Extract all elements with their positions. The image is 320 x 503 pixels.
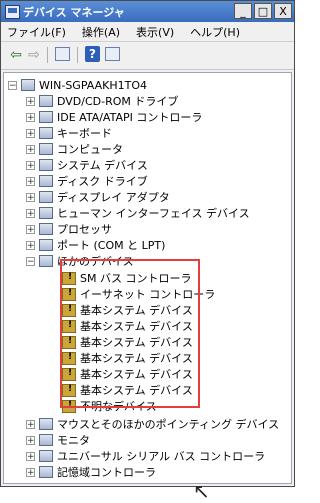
menu-help[interactable]: ヘルプ(H) (190, 24, 240, 40)
tree-item-label: プロセッサ (57, 223, 112, 236)
tree-item-label: マウスとそのほかのポインティング デバイス (57, 418, 280, 431)
tree-item-label: ポート (COM と LPT) (57, 239, 166, 252)
toolbar-separator (47, 47, 48, 63)
expand-icon[interactable]: + (26, 176, 35, 186)
tree-item[interactable]: + ポート (COM と LPT) (26, 237, 165, 253)
collapse-icon[interactable]: − (8, 80, 17, 90)
computer-icon (21, 79, 35, 91)
caption-buttons: _ □ X (234, 3, 292, 19)
usb-icon (39, 450, 53, 462)
device-manager-icon (5, 5, 20, 19)
help-icon[interactable]: ? (85, 46, 100, 62)
tree-item[interactable]: + システム デバイス (26, 157, 148, 173)
unknown-device-icon (39, 255, 53, 267)
tree-item-label: 記憶域コントローラ (57, 466, 156, 479)
tree-item-label: キーボード (57, 127, 112, 140)
expand-icon[interactable]: + (26, 435, 35, 445)
display-adapter-icon (39, 191, 53, 203)
tree-item[interactable]: + IDE ATA/ATAPI コントローラ (26, 109, 202, 125)
tree-item-label: IDE ATA/ATAPI コントローラ (57, 111, 203, 124)
show-hide-console-tree-icon[interactable] (55, 47, 70, 61)
tree-item-label: システム デバイス (57, 159, 148, 172)
toolbar-separator (77, 47, 78, 63)
monitor-icon (39, 434, 53, 446)
tree-item-label: ヒューマン インターフェイス デバイス (57, 207, 250, 220)
title-bar[interactable]: デバイス マネージャ _ □ X (1, 1, 294, 22)
tree-item[interactable]: + ディスプレイ アダプタ (26, 189, 170, 205)
tree-item[interactable]: + マウスとそのほかのポインティング デバイス (26, 416, 279, 432)
tree-item-label: DVD/CD-ROM ドライブ (57, 95, 179, 108)
tree-item[interactable]: + ディスク ドライブ (26, 173, 148, 189)
menu-action[interactable]: 操作(A) (82, 24, 120, 40)
collapse-icon[interactable]: − (26, 256, 35, 266)
tree-item[interactable]: + ヒューマン インターフェイス デバイス (26, 205, 250, 221)
menu-bar: ファイル(F) 操作(A) 表示(V) ヘルプ(H) (1, 22, 294, 42)
tree-root-label: WIN-SGPAAKH1TO4 (39, 78, 147, 92)
device-manager-window: デバイス マネージャ _ □ X ファイル(F) 操作(A) 表示(V) ヘルプ… (0, 0, 295, 503)
tree-item[interactable]: + プロセッサ (26, 221, 112, 237)
tree-item-label: ディスク ドライブ (57, 175, 148, 188)
close-button[interactable]: X (274, 3, 292, 19)
expand-icon[interactable]: + (26, 160, 35, 170)
back-arrow-icon[interactable]: ⇦ (7, 46, 25, 64)
expand-icon[interactable]: + (26, 192, 35, 202)
minimize-button[interactable]: _ (234, 3, 252, 19)
highlight-box (60, 259, 200, 408)
tree-root[interactable]: − WIN-SGPAAKH1TO4 (8, 77, 147, 93)
ide-controller-icon (39, 111, 53, 123)
hid-icon (39, 207, 53, 219)
toolbar: ⇦ ⇨ ? (1, 42, 294, 70)
expand-icon[interactable]: + (26, 224, 35, 234)
menu-view[interactable]: 表示(V) (136, 24, 174, 40)
tree-item[interactable]: + キーボード (26, 125, 112, 141)
tree-item[interactable]: + モニタ (26, 432, 90, 448)
tree-item-label: モニタ (57, 434, 90, 447)
keyboard-icon (39, 127, 53, 139)
expand-icon[interactable]: + (26, 451, 35, 461)
storage-controller-icon (39, 466, 53, 478)
mouse-icon (39, 418, 53, 430)
tree-item[interactable]: + コンピュータ (26, 141, 123, 157)
maximize-button[interactable]: □ (254, 3, 272, 19)
expand-icon[interactable]: + (26, 240, 35, 250)
expand-icon[interactable]: + (26, 419, 35, 429)
port-icon (39, 239, 53, 251)
tree-item[interactable]: + DVD/CD-ROM ドライブ (26, 93, 178, 109)
expand-icon[interactable]: + (26, 208, 35, 218)
system-device-icon (39, 159, 53, 171)
window-title: デバイス マネージャ (23, 6, 125, 19)
device-tree[interactable]: − WIN-SGPAAKH1TO4 + DVD/CD-ROM ドライブ + IDE … (3, 72, 292, 503)
processor-icon (39, 223, 53, 235)
expand-icon[interactable]: + (26, 112, 35, 122)
computer-icon (39, 143, 53, 155)
tree-item-label: ユニバーサル シリアル バス コントローラ (57, 450, 266, 463)
expand-icon[interactable]: + (26, 144, 35, 154)
forward-arrow-icon[interactable]: ⇨ (25, 46, 43, 64)
disk-drive-icon (39, 175, 53, 187)
menu-file[interactable]: ファイル(F) (7, 24, 66, 40)
tree-item[interactable]: + ユニバーサル シリアル バス コントローラ (26, 448, 265, 464)
expand-icon[interactable]: + (26, 96, 35, 106)
expand-icon[interactable]: + (26, 467, 35, 477)
expand-icon[interactable]: + (26, 128, 35, 138)
tree-item-label: ディスプレイ アダプタ (57, 191, 170, 204)
tree-item-label: コンピュータ (57, 143, 123, 156)
tree-item[interactable]: + 記憶域コントローラ (26, 464, 156, 480)
properties-icon[interactable] (105, 47, 120, 61)
dvd-drive-icon (39, 95, 53, 107)
